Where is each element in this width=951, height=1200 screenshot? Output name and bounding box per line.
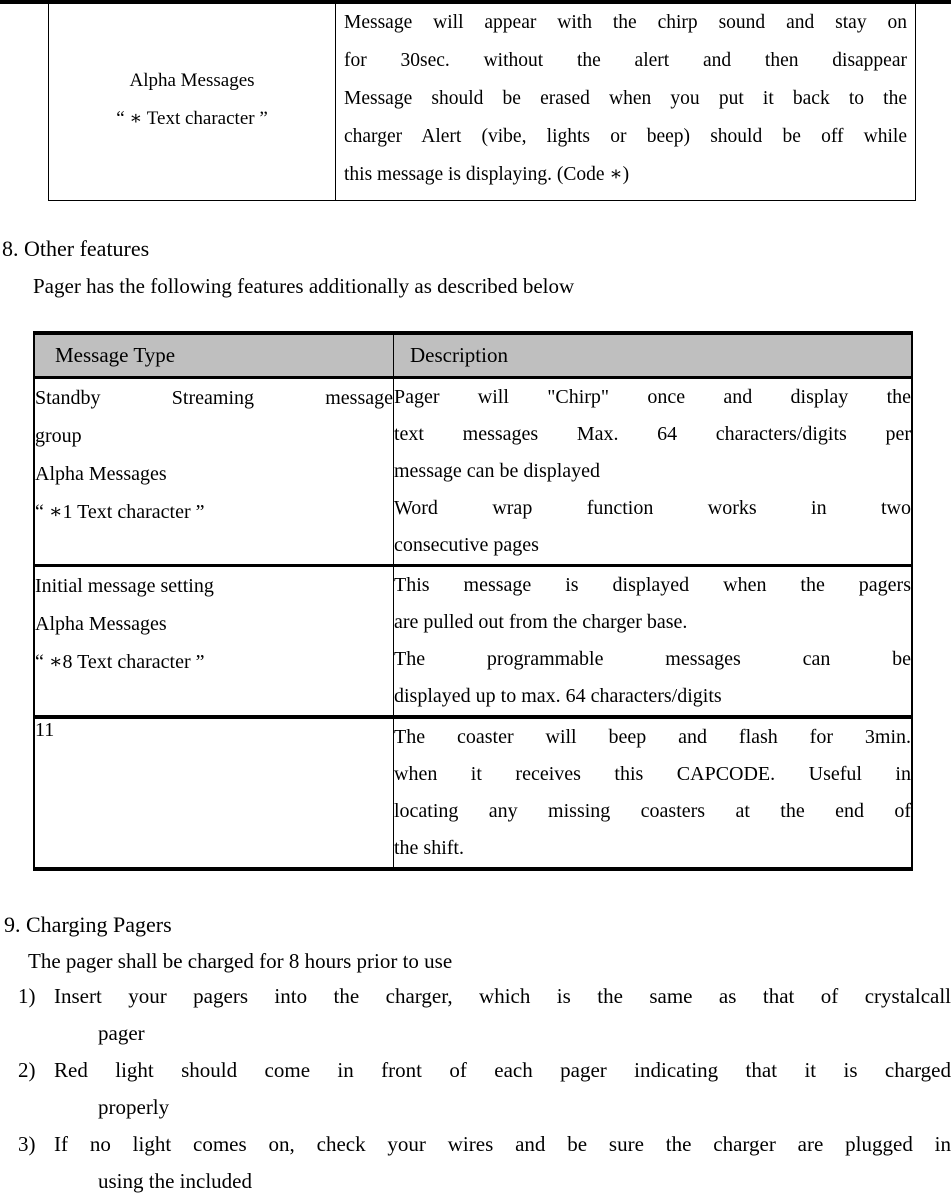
list-item: 2) Red light should come in front of eac… [18,1052,951,1126]
alpha-messages-code: “ ∗ Text character ” [116,108,268,129]
table-row: Alpha Messages “ ∗ Text character ” Mess… [48,0,916,201]
description-line: are pulled out from the charger base. [394,611,688,633]
section-9-heading: 9. Charging Pagers [4,912,172,937]
description-line: for 30sec. without the alert and then di… [344,50,907,71]
description-line: Message should be erased when you put it… [344,88,907,109]
message-table-continuation: Alpha Messages “ ∗ Text character ” Mess… [48,0,916,201]
charging-steps-list: 1) Insert your pagers into the charger, … [18,978,951,1200]
column-header-message-type: Message Type [33,332,394,379]
list-item-body: Red light should come in front of each p… [54,1052,951,1126]
description-cell: This message is displayed when the pager… [393,564,913,718]
list-item-line: Insert your pagers into the charger, whi… [54,984,951,1008]
description-line: This message is displayed when the pager… [394,574,911,596]
message-type-line: “ ∗8 Text character ” [35,651,205,673]
list-item: 3) If no light comes on, check your wire… [18,1126,951,1200]
message-type-line: Standby Streaming message [35,387,393,409]
message-type-cell: 11 [33,715,394,870]
message-type-line: Initial message setting [35,575,214,597]
other-features-table: Message Type Description Standby Streami… [33,331,913,871]
alpha-messages-label: Alpha Messages [129,70,255,91]
description-cell: The coaster will beep and flash for 3min… [393,715,913,870]
description-cell: Pager will "Chirp" once and display the … [393,377,913,566]
description-line: text messages Max. 64 characters/digits … [394,423,911,445]
message-type-line: Alpha Messages [35,463,167,485]
table-row: 11 The coaster will beep and flash for 3… [33,715,913,870]
list-item-line: Red light should come in front of each p… [54,1058,951,1082]
description-line: displayed up to max. 64 characters/digit… [394,685,722,707]
message-type-cell: Standby Streaming message group Alpha Me… [33,377,394,566]
section-8-heading: 8. Other features [2,236,150,261]
message-type-cell: Initial message setting Alpha Messages “… [33,564,394,718]
list-item-line: using the included [98,1169,252,1193]
list-item-marker: 1) [18,984,36,1008]
list-item-body: Insert your pagers into the charger, whi… [54,978,951,1052]
table-top-wrapper: Alpha Messages “ ∗ Text character ” Mess… [0,0,951,201]
description-line: the shift. [394,837,464,859]
alpha-messages-description-cell: Message will appear with the chirp sound… [335,0,916,201]
description-line: locating any missing coasters at the end… [394,800,911,822]
message-type-line: “ ∗1 Text character ” [35,501,205,523]
section-8-intro: Pager has the following features additio… [33,274,575,298]
description-line: Pager will "Chirp" once and display the [394,386,911,408]
table-row: Initial message setting Alpha Messages “… [33,564,913,718]
table-row: Standby Streaming message group Alpha Me… [33,377,913,566]
message-type-line: 11 [35,719,55,741]
description-line: The coaster will beep and flash for 3min… [394,726,911,748]
description-line: consecutive pages [394,534,539,556]
list-item: 1) Insert your pagers into the charger, … [18,978,951,1052]
list-item-marker: 2) [18,1058,36,1082]
description-line: The programmable messages can be [394,648,911,670]
list-item-line: properly [98,1095,170,1119]
list-item-body: If no light comes on, check your wires a… [54,1126,951,1200]
message-type-line: Alpha Messages [35,613,167,635]
description-line: Message will appear with the chirp sound… [344,12,907,33]
section-9-intro: The pager shall be charged for 8 hours p… [28,949,453,973]
message-type-line: group [35,425,82,447]
list-item-line: If no light comes on, check your wires a… [54,1132,951,1156]
description-line: charger Alert (vibe, lights or beep) sho… [344,126,907,147]
column-header-description: Description [393,332,913,379]
list-item-marker: 3) [18,1132,36,1156]
description-line: Word wrap function works in two [394,497,911,519]
alpha-messages-type-cell: Alpha Messages “ ∗ Text character ” [48,0,336,201]
description-line: this message is displaying. (Code ∗) [344,164,630,185]
list-item-line: pager [98,1021,145,1045]
description-line: message can be displayed [394,460,601,482]
table-header-row: Message Type Description [33,332,913,379]
description-line: when it receives this CAPCODE. Useful in [394,763,911,785]
